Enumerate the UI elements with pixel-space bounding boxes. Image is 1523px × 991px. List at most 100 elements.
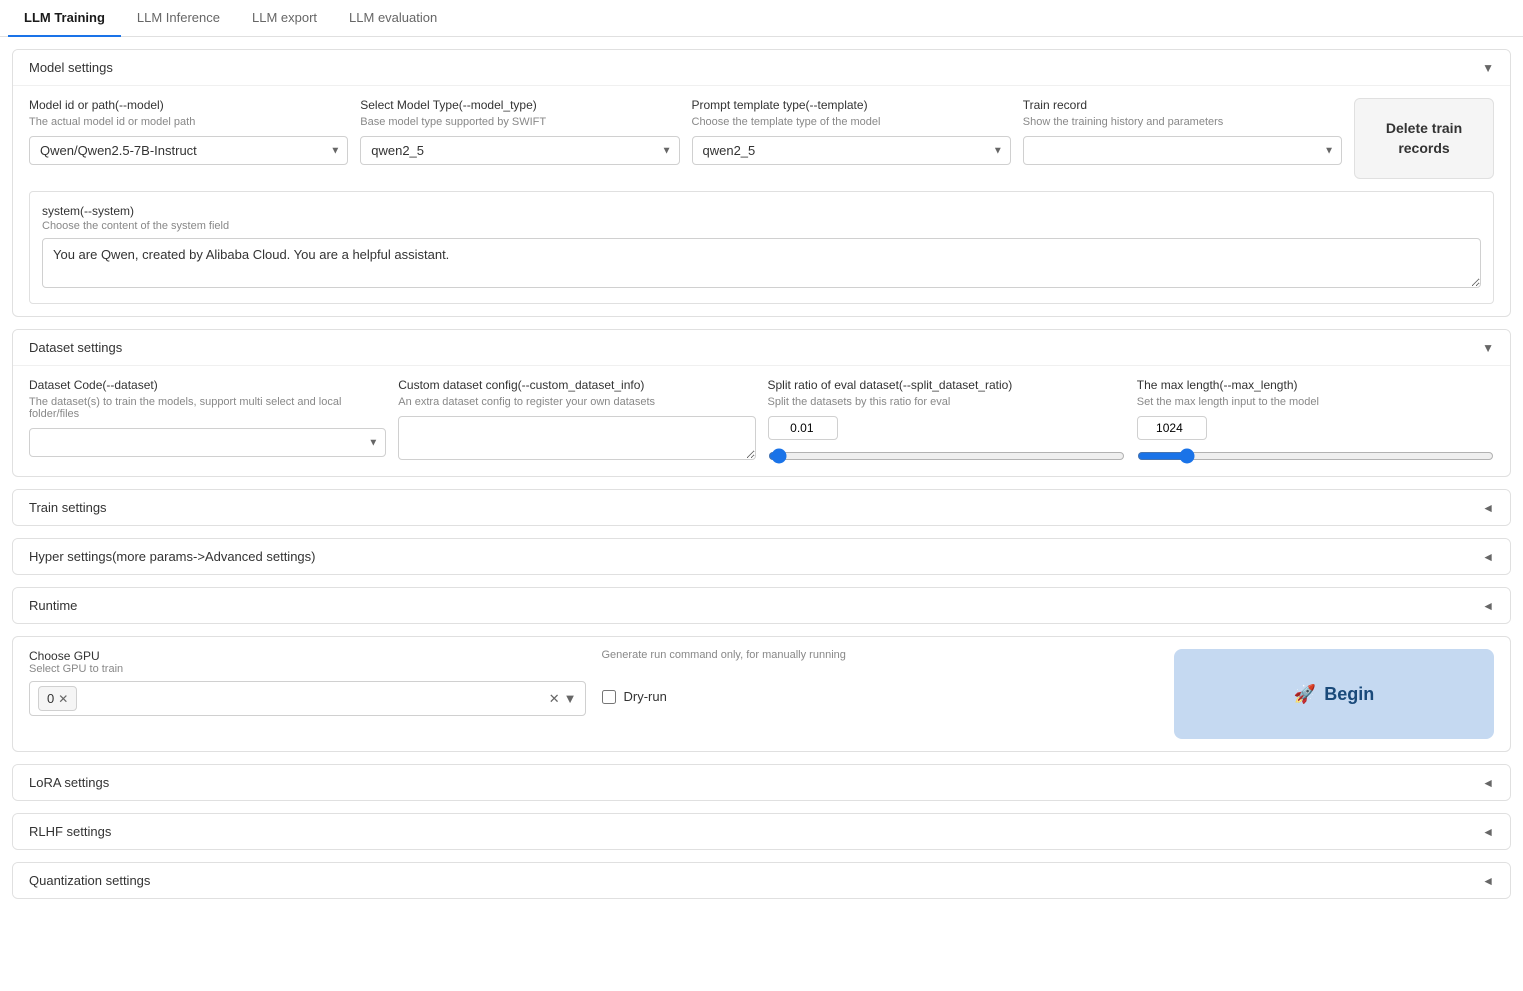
split-ratio-desc: Split the datasets by this ratio for eva… bbox=[768, 396, 1125, 408]
rlhf-settings-header[interactable]: RLHF settings ◄ bbox=[13, 814, 1510, 849]
dataset-code-field: Dataset Code(--dataset) The dataset(s) t… bbox=[29, 378, 386, 464]
max-length-controls bbox=[1137, 416, 1494, 440]
begin-column: 🚀 Begin bbox=[1174, 649, 1494, 739]
hyper-settings-section: Hyper settings(more params->Advanced set… bbox=[12, 538, 1511, 575]
dataset-settings-section: Dataset settings ▼ Dataset Code(--datase… bbox=[12, 329, 1511, 477]
model-type-desc: Base model type supported by SWIFT bbox=[360, 116, 679, 128]
custom-dataset-field: Custom dataset config(--custom_dataset_i… bbox=[398, 378, 755, 464]
tabs-bar: LLM Training LLM Inference LLM export LL… bbox=[0, 0, 1523, 37]
split-ratio-input[interactable] bbox=[768, 416, 838, 440]
gpu-dropdown-arrow-icon[interactable]: ▼ bbox=[564, 691, 577, 706]
dry-run-desc: Generate run command only, for manually … bbox=[602, 649, 1159, 661]
gpu-selector[interactable]: 0 ✕ ✕ ▼ bbox=[29, 681, 586, 716]
model-id-field: Model id or path(--model) The actual mod… bbox=[29, 98, 348, 165]
gpu-tag-remove-icon[interactable]: ✕ bbox=[58, 692, 68, 706]
gpu-tag-value: 0 bbox=[47, 691, 54, 706]
begin-emoji: 🚀 bbox=[1294, 684, 1316, 705]
dataset-code-desc: The dataset(s) to train the models, supp… bbox=[29, 396, 386, 420]
model-id-select-wrapper: Qwen/Qwen2.5-7B-Instruct ▼ bbox=[29, 136, 348, 165]
dataset-code-select[interactable] bbox=[29, 428, 386, 457]
system-section: system(--system) Choose the content of t… bbox=[29, 191, 1494, 304]
split-ratio-field: Split ratio of eval dataset(--split_data… bbox=[768, 378, 1125, 464]
system-textarea[interactable]: You are Qwen, created by Alibaba Cloud. … bbox=[42, 238, 1481, 288]
train-settings-title: Train settings bbox=[29, 500, 107, 515]
system-desc: Choose the content of the system field bbox=[42, 220, 1481, 232]
quantization-settings-chevron: ◄ bbox=[1482, 874, 1494, 888]
lora-settings-header[interactable]: LoRA settings ◄ bbox=[13, 765, 1510, 800]
dataset-settings-chevron: ▼ bbox=[1482, 341, 1494, 355]
lora-settings-title: LoRA settings bbox=[29, 775, 109, 790]
train-record-select[interactable] bbox=[1023, 136, 1342, 165]
dry-run-checkbox[interactable] bbox=[602, 690, 616, 704]
train-record-desc: Show the training history and parameters bbox=[1023, 116, 1342, 128]
model-settings-body: Model id or path(--model) The actual mod… bbox=[13, 85, 1510, 316]
model-id-label: Model id or path(--model) bbox=[29, 98, 348, 112]
prompt-template-label: Prompt template type(--template) bbox=[692, 98, 1011, 112]
delete-train-records-button[interactable]: Delete trainrecords bbox=[1354, 98, 1494, 179]
model-type-select[interactable]: qwen2_5 qwen2 llama bbox=[360, 136, 679, 165]
max-length-slider[interactable] bbox=[1137, 448, 1494, 464]
gpu-desc: Select GPU to train bbox=[29, 663, 586, 675]
main-content: Model settings ▼ Model id or path(--mode… bbox=[0, 37, 1523, 911]
max-length-field: The max length(--max_length) Set the max… bbox=[1137, 378, 1494, 464]
tab-llm-evaluation[interactable]: LLM evaluation bbox=[333, 0, 453, 37]
max-length-desc: Set the max length input to the model bbox=[1137, 396, 1494, 408]
dataset-grid: Dataset Code(--dataset) The dataset(s) t… bbox=[29, 378, 1494, 464]
rlhf-settings-chevron: ◄ bbox=[1482, 825, 1494, 839]
model-id-select[interactable]: Qwen/Qwen2.5-7B-Instruct bbox=[29, 136, 348, 165]
model-type-field: Select Model Type(--model_type) Base mod… bbox=[360, 98, 679, 165]
tab-llm-export[interactable]: LLM export bbox=[236, 0, 333, 37]
model-settings-chevron: ▼ bbox=[1482, 61, 1494, 75]
train-settings-header[interactable]: Train settings ◄ bbox=[13, 490, 1510, 525]
model-id-desc: The actual model id or model path bbox=[29, 116, 348, 128]
hyper-settings-chevron: ◄ bbox=[1482, 550, 1494, 564]
custom-dataset-desc: An extra dataset config to register your… bbox=[398, 396, 755, 408]
split-ratio-slider[interactable] bbox=[768, 448, 1125, 464]
train-record-select-wrapper: ▼ bbox=[1023, 136, 1342, 165]
train-settings-section: Train settings ◄ bbox=[12, 489, 1511, 526]
prompt-template-desc: Choose the template type of the model bbox=[692, 116, 1011, 128]
dry-run-checkbox-label: Dry-run bbox=[624, 689, 667, 704]
custom-dataset-textarea[interactable] bbox=[398, 416, 755, 460]
train-record-label: Train record bbox=[1023, 98, 1342, 112]
max-length-label: The max length(--max_length) bbox=[1137, 378, 1494, 392]
prompt-template-select[interactable]: qwen2_5 qwen2 llama bbox=[692, 136, 1011, 165]
rlhf-settings-section: RLHF settings ◄ bbox=[12, 813, 1511, 850]
dataset-settings-title: Dataset settings bbox=[29, 340, 122, 355]
gpu-begin-section: Choose GPU Select GPU to train 0 ✕ ✕ ▼ G… bbox=[12, 636, 1511, 752]
runtime-header[interactable]: Runtime ◄ bbox=[13, 588, 1510, 623]
system-label: system(--system) bbox=[42, 204, 1481, 218]
model-settings-title: Model settings bbox=[29, 60, 113, 75]
begin-button[interactable]: 🚀 Begin bbox=[1174, 649, 1494, 739]
quantization-settings-title: Quantization settings bbox=[29, 873, 150, 888]
quantization-settings-header[interactable]: Quantization settings ◄ bbox=[13, 863, 1510, 898]
runtime-title: Runtime bbox=[29, 598, 77, 613]
hyper-settings-title: Hyper settings(more params->Advanced set… bbox=[29, 549, 315, 564]
quantization-settings-section: Quantization settings ◄ bbox=[12, 862, 1511, 899]
system-textarea-wrapper: You are Qwen, created by Alibaba Cloud. … bbox=[42, 238, 1481, 291]
system-container: system(--system) Choose the content of t… bbox=[29, 191, 1494, 304]
begin-label: Begin bbox=[1324, 684, 1374, 705]
gpu-column: Choose GPU Select GPU to train 0 ✕ ✕ ▼ bbox=[29, 649, 586, 716]
tab-llm-training[interactable]: LLM Training bbox=[8, 0, 121, 37]
dry-run-checkbox-row: Dry-run bbox=[602, 689, 1159, 704]
tab-list: LLM Training LLM Inference LLM export LL… bbox=[0, 0, 1523, 37]
model-settings-section: Model settings ▼ Model id or path(--mode… bbox=[12, 49, 1511, 317]
gpu-clear-icon[interactable]: ✕ bbox=[549, 691, 560, 707]
model-type-select-wrapper: qwen2_5 qwen2 llama ▼ bbox=[360, 136, 679, 165]
dataset-settings-body: Dataset Code(--dataset) The dataset(s) t… bbox=[13, 365, 1510, 476]
split-ratio-label: Split ratio of eval dataset(--split_data… bbox=[768, 378, 1125, 392]
max-length-input[interactable] bbox=[1137, 416, 1207, 440]
rlhf-settings-title: RLHF settings bbox=[29, 824, 111, 839]
runtime-section: Runtime ◄ bbox=[12, 587, 1511, 624]
gpu-tag: 0 ✕ bbox=[38, 686, 77, 711]
dataset-settings-header[interactable]: Dataset settings ▼ bbox=[13, 330, 1510, 365]
model-settings-header[interactable]: Model settings ▼ bbox=[13, 50, 1510, 85]
hyper-settings-header[interactable]: Hyper settings(more params->Advanced set… bbox=[13, 539, 1510, 574]
train-settings-chevron: ◄ bbox=[1482, 501, 1494, 515]
lora-settings-section: LoRA settings ◄ bbox=[12, 764, 1511, 801]
dataset-code-label: Dataset Code(--dataset) bbox=[29, 378, 386, 392]
tab-llm-inference[interactable]: LLM Inference bbox=[121, 0, 236, 37]
runtime-chevron: ◄ bbox=[1482, 599, 1494, 613]
custom-dataset-textarea-wrapper bbox=[398, 416, 755, 463]
